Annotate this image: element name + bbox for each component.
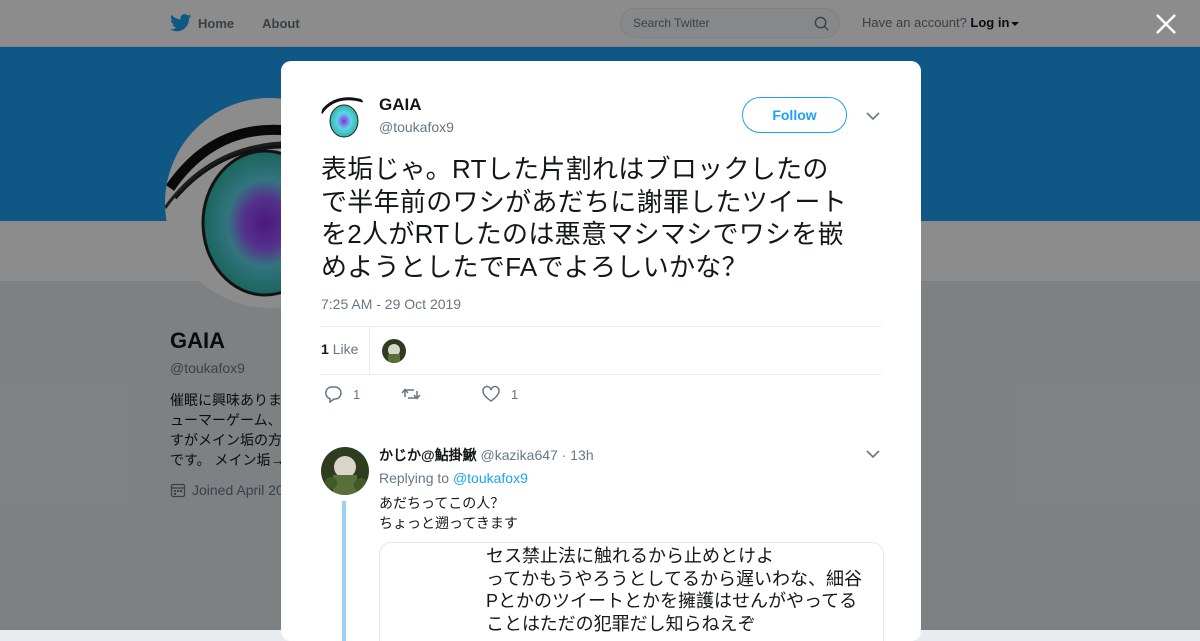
tweet-stats: 1 Like xyxy=(321,326,881,375)
favorite-count: 1 xyxy=(511,386,519,402)
reply-avatar[interactable] xyxy=(321,447,369,495)
chevron-down-icon[interactable] xyxy=(866,111,880,121)
tweet-timestamp[interactable]: 7:25 AM - 29 Oct 2019 xyxy=(321,296,461,312)
author-avatar[interactable] xyxy=(321,93,369,141)
likes-count: 1 xyxy=(321,341,329,357)
heart-icon xyxy=(482,385,500,402)
retweet-icon xyxy=(401,388,421,400)
likes-stat[interactable]: 1 Like xyxy=(321,341,358,357)
replying-to-link[interactable]: @toukafox9 xyxy=(453,470,528,486)
quote-line: ことはただの犯罪だし知らねえぞ xyxy=(486,613,756,634)
quoted-image-card[interactable]: セス禁止法に触れるから止めとけよ ってかもうやろうとしてるから遅いわな、細谷 P… xyxy=(379,542,884,641)
reply-header: かじか@鮎掛鰍 @kazika647 · 13h xyxy=(379,445,594,465)
tweet-text-line: 表垢じゃ。RTした片割れはブロックしたの xyxy=(321,154,829,184)
follow-button[interactable]: Follow xyxy=(742,97,847,133)
replying-prefix: Replying to xyxy=(379,470,450,486)
liker-avatar[interactable] xyxy=(382,339,406,363)
thread-line xyxy=(342,501,346,641)
likes-label: Like xyxy=(332,341,359,357)
author-handle[interactable]: @toukafox9 xyxy=(379,119,454,135)
retweet-button[interactable] xyxy=(401,384,421,404)
reply-author-name[interactable]: かじか@鮎掛鰍 xyxy=(379,447,477,463)
reply-avatar-image xyxy=(321,447,369,495)
stats-divider xyxy=(369,327,370,374)
replying-to: Replying to @toukafox9 xyxy=(379,470,528,486)
chevron-down-icon[interactable] xyxy=(866,449,880,459)
reply-icon xyxy=(324,386,342,404)
reply-time[interactable]: 13h xyxy=(570,447,593,463)
tweet-text-line: めようとしたでFAでよろしいかな？ xyxy=(321,251,748,282)
eye-avatar-image xyxy=(321,93,369,141)
author-name[interactable]: GAIA xyxy=(379,95,422,115)
liker-avatar-image xyxy=(382,339,406,363)
reply-text-line: ちょっと遡ってきます xyxy=(379,515,518,531)
quote-line: ってかもうやろうとしてるから遅いわな、細谷 xyxy=(486,568,863,589)
tweet-modal: GAIA @toukafox9 Follow 表垢じゃ。RTした片割れはブロック… xyxy=(281,61,921,641)
like-button[interactable]: 1 xyxy=(481,384,518,404)
reply-button[interactable]: 1 xyxy=(323,384,360,404)
reply-author-handle[interactable]: @kazika647 xyxy=(481,447,558,463)
quote-line: セス禁止法に触れるから止めとけよ xyxy=(486,546,774,566)
reply-count: 1 xyxy=(353,386,361,402)
reply-separator: · xyxy=(561,447,567,463)
close-icon[interactable] xyxy=(1154,12,1178,36)
tweet-text-line: を2人がRTしたのは悪意マシマシでワシを嵌 xyxy=(321,219,844,249)
tweet-text: 表垢じゃ。RTした片割れはブロックしたの で半年前のワシがあだちに謝罪したツイー… xyxy=(321,153,886,283)
quoted-image-text: セス禁止法に触れるから止めとけよ ってかもうやろうとしてるから遅いわな、細谷 P… xyxy=(486,545,866,635)
quote-line: Pとかのツイートとかを擁護はせんがやってる xyxy=(486,591,858,611)
reply-text: あだちってこの人？ ちょっと遡ってきます xyxy=(379,493,518,533)
reply-text-line: あだちってこの人？ xyxy=(379,495,505,511)
tweet-text-line: で半年前のワシがあだちに謝罪したツイート xyxy=(321,186,848,217)
